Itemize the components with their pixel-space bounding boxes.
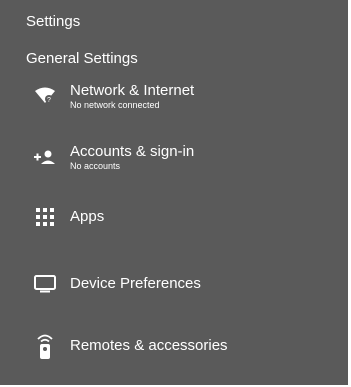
remote-icon [32,333,58,359]
menu-item-subtitle: No network connected [70,99,160,110]
menu-item-remotes[interactable]: Remotes & accessories [26,322,326,370]
apps-grid-icon [32,204,58,230]
settings-panel: Settings General Settings ? Network & In… [0,0,348,385]
monitor-icon [32,271,58,297]
menu-item-device-preferences[interactable]: Device Preferences [26,260,326,308]
svg-text:?: ? [47,97,51,104]
add-account-icon [32,144,58,170]
menu-item-subtitle: No accounts [70,160,121,171]
section-title: General Settings [26,50,138,67]
page-title: Settings [26,13,81,30]
menu-item-accounts[interactable]: Accounts & sign-in No accounts [26,133,326,181]
menu-item-label: Network & Internet [70,81,195,99]
menu-item-network[interactable]: ? Network & Internet No network connecte… [26,72,326,120]
menu-item-label: Remotes & accessories [70,337,228,354]
menu-item-label: Apps [70,208,105,225]
menu-item-apps[interactable]: Apps [26,193,326,241]
menu-item-label: Accounts & sign-in [70,142,195,160]
menu-item-label: Device Preferences [70,275,201,292]
wifi-unknown-icon: ? [32,83,58,109]
